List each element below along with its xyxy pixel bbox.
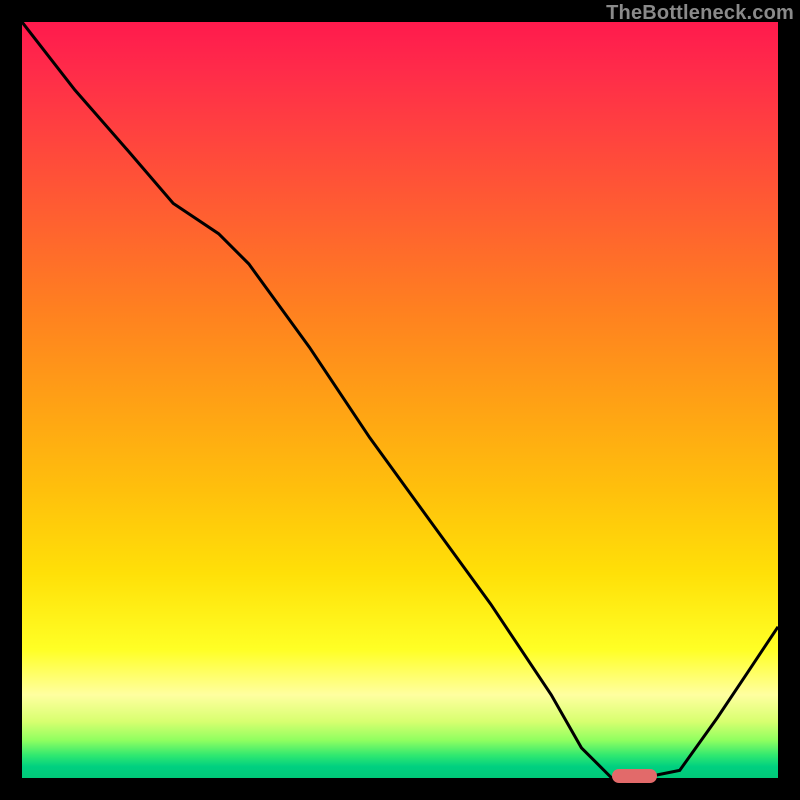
- optimal-zone-marker: [612, 769, 657, 783]
- curve-layer: [22, 22, 778, 778]
- bottleneck-curve: [22, 22, 778, 778]
- watermark-text: TheBottleneck.com: [606, 2, 794, 25]
- chart-container: TheBottleneck.com: [0, 0, 800, 800]
